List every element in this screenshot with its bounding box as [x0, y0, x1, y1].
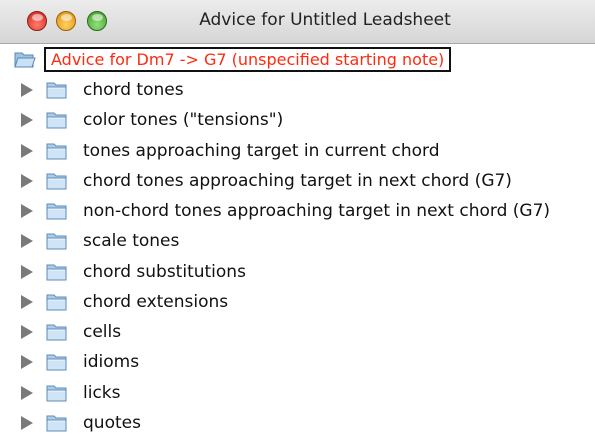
folder-icon — [46, 413, 68, 433]
disclosure-triangle-icon[interactable] — [21, 204, 33, 218]
tree-node-label[interactable]: chord tones approaching target in next c… — [83, 170, 512, 192]
tree-node-label[interactable]: quotes — [83, 412, 141, 434]
tree-node[interactable]: chord extensions — [0, 287, 595, 317]
minimize-window-icon[interactable] — [56, 11, 76, 31]
tree-node[interactable]: licks — [0, 378, 595, 408]
folder-icon — [46, 383, 68, 403]
tree-node[interactable]: non-chord tones approaching target in ne… — [0, 196, 595, 226]
folder-icon — [46, 171, 68, 191]
tree-node-label[interactable]: cells — [83, 321, 121, 343]
tree-node-label[interactable]: tones approaching target in current chor… — [83, 140, 440, 162]
window-title: Advice for Untitled Leadsheet — [199, 10, 451, 30]
disclosure-triangle-icon[interactable] — [21, 325, 33, 339]
tree-node[interactable]: chord tones — [0, 75, 595, 105]
folder-icon — [46, 141, 68, 161]
disclosure-triangle-icon[interactable] — [21, 174, 33, 188]
disclosure-triangle-icon[interactable] — [21, 113, 33, 127]
tree-node-label[interactable]: chord substitutions — [83, 261, 246, 283]
open-folder-icon — [14, 49, 36, 69]
window-titlebar: Advice for Untitled Leadsheet — [0, 0, 595, 44]
folder-icon — [46, 110, 68, 130]
folder-icon — [46, 80, 68, 100]
disclosure-triangle-icon[interactable] — [21, 416, 33, 430]
tree-node-label[interactable]: licks — [83, 382, 121, 404]
tree-node-label[interactable]: chord tones — [83, 79, 184, 101]
tree-node[interactable]: color tones ("tensions") — [0, 105, 595, 135]
tree-node-label[interactable]: idioms — [83, 351, 139, 373]
disclosure-triangle-icon[interactable] — [21, 144, 33, 158]
zoom-window-icon[interactable] — [87, 11, 107, 31]
disclosure-triangle-icon[interactable] — [21, 83, 33, 97]
disclosure-triangle-icon[interactable] — [21, 265, 33, 279]
tree-node[interactable]: chord substitutions — [0, 257, 595, 287]
tree-node[interactable]: quotes — [0, 408, 595, 438]
folder-icon — [46, 322, 68, 342]
disclosure-triangle-icon[interactable] — [21, 355, 33, 369]
tree-node[interactable]: idioms — [0, 347, 595, 377]
disclosure-triangle-icon[interactable] — [21, 386, 33, 400]
tree-node-label[interactable]: chord extensions — [83, 291, 228, 313]
tree-node-label[interactable]: color tones ("tensions") — [83, 109, 283, 131]
tree-node[interactable]: scale tones — [0, 226, 595, 256]
disclosure-triangle-icon[interactable] — [21, 295, 33, 309]
folder-icon — [46, 262, 68, 282]
tree-node-label[interactable]: scale tones — [83, 230, 179, 252]
folder-icon — [46, 292, 68, 312]
tree-node[interactable]: cells — [0, 317, 595, 347]
tree-node[interactable]: chord tones approaching target in next c… — [0, 166, 595, 196]
folder-icon — [46, 231, 68, 251]
root-node-label[interactable]: Advice for Dm7 -> G7 (unspecified starti… — [44, 47, 452, 72]
tree-node-label[interactable]: non-chord tones approaching target in ne… — [83, 200, 550, 222]
disclosure-triangle-icon[interactable] — [21, 234, 33, 248]
folder-icon — [46, 201, 68, 221]
tree-node[interactable]: tones approaching target in current chor… — [0, 136, 595, 166]
folder-icon — [46, 352, 68, 372]
close-window-icon[interactable] — [27, 11, 47, 31]
